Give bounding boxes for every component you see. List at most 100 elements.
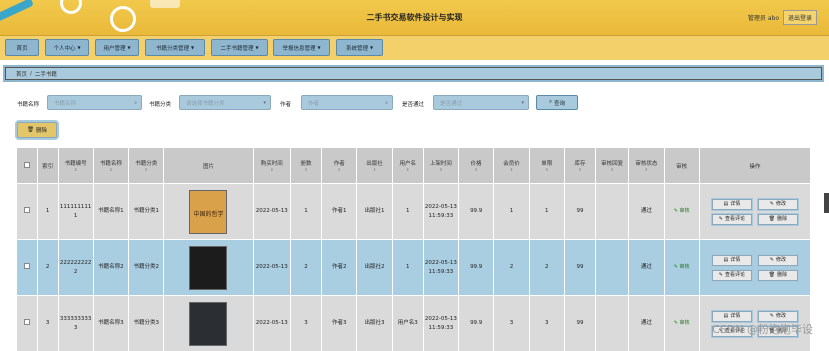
review-link[interactable]: ✎ 审核 — [674, 320, 690, 326]
books-table: 索引 书籍编号 ⇕ 书籍名称 ⇕ 书籍分类 ⇕ 图片 购买时间 ⇕ 册数 ⇕ 作者 ⇕ 出版… — [16, 147, 812, 351]
col-header: 索引 — [36, 147, 59, 184]
col-header[interactable]: 库存 ⇕ — [563, 147, 597, 184]
sort-icon: ⇕ — [406, 167, 410, 172]
col-header[interactable]: 购买时间 ⇕ — [252, 147, 291, 184]
comments-button[interactable]: ✎ 查看评论 — [711, 269, 752, 281]
edit-button[interactable]: ✎ 修改 — [757, 254, 798, 266]
cell-review[interactable]: ✎ 审核 — [663, 239, 700, 296]
cell-name: 书籍名称1 — [92, 183, 130, 240]
row-checkbox[interactable] — [16, 183, 38, 240]
sort-icon: ⇕ — [337, 167, 341, 172]
pencil-icon: ✎ — [769, 200, 774, 207]
nav-user-management[interactable]: 用户管理 ▼ — [95, 39, 139, 56]
cell-price: 99.9 — [458, 183, 495, 240]
cell-publisher: 出版社3 — [356, 295, 393, 351]
delete-button[interactable]: 🗑 删除 — [757, 269, 798, 281]
book-cover-image: 中国的哲学 — [189, 189, 228, 234]
cell-volumes: 1 — [289, 183, 323, 240]
app-header: 二手书交易软件设计与实现 管理员 abo 退出登录 — [0, 0, 829, 36]
detail-button[interactable]: ▤ 详情 — [711, 254, 752, 266]
cell-username: 1 — [391, 239, 424, 296]
app-title: 二手书交易软件设计与实现 — [366, 13, 463, 22]
cell-category: 书籍分类2 — [128, 239, 165, 296]
pencil-icon: ✎ — [769, 256, 774, 263]
trash-icon: 🗑 — [768, 271, 776, 278]
cell-category: 书籍分类3 — [128, 295, 165, 351]
author-input[interactable]: 作者 ⌕ — [301, 95, 393, 110]
nav-system-management[interactable]: 系统管理 ▼ — [336, 39, 383, 56]
breadcrumb-current: 二手书籍 — [34, 71, 57, 78]
chevron-down-icon: ▼ — [77, 45, 81, 50]
comments-button[interactable]: ✎ 查看评论 — [711, 213, 752, 225]
cell-code: 1111111111 — [57, 183, 94, 240]
logout-button[interactable]: 退出登录 — [782, 10, 817, 25]
detail-button[interactable]: ▤ 详情 — [711, 198, 752, 210]
row-checkbox[interactable] — [16, 295, 38, 351]
cell-limit: 3 — [528, 295, 565, 351]
edit-button[interactable]: ✎ 修改 — [757, 310, 798, 322]
nav-home[interactable]: 首页 — [5, 39, 39, 56]
page-scrollbar[interactable] — [824, 193, 829, 213]
cell-stock: 99 — [563, 295, 597, 351]
cell-cover — [163, 239, 254, 296]
sort-icon: ⇕ — [610, 167, 614, 172]
sort-icon: ⇕ — [439, 167, 443, 172]
cell-listed-time: 2022-05-13 11:59:33 — [422, 183, 460, 240]
col-header[interactable]: 书籍名称 ⇕ — [92, 147, 130, 184]
nav-report-management[interactable]: 举报信息管理 ▼ — [273, 39, 330, 56]
col-header[interactable]: 作者 ⇕ — [321, 147, 358, 184]
cell-author: 作者1 — [321, 183, 358, 240]
table-row: 1 1111111111 书籍名称1 书籍分类1 中国的哲学 2022-05-13 1 作者1… — [16, 183, 812, 240]
col-header: 操作 — [698, 147, 812, 184]
breadcrumb-separator: / — [30, 70, 32, 77]
cell-price: 99.9 — [458, 295, 495, 351]
col-header[interactable]: 册数 ⇕ — [289, 147, 323, 184]
approved-select[interactable]: 是否通过 ▾ — [433, 95, 529, 110]
cell-review[interactable]: ✎ 审核 — [663, 295, 700, 351]
cell-status: 通过 — [628, 183, 665, 240]
col-header[interactable]: 用户名 ⇕ — [391, 147, 424, 184]
cell-member-price: 3 — [493, 295, 530, 351]
sort-icon: ⇕ — [509, 167, 514, 172]
cell-ops: ▤ 详情 ✎ 修改 ✎ 查看评论 🗑 删除 — [698, 239, 812, 296]
cell-code: 3333333333 — [57, 295, 94, 351]
col-header[interactable]: 审核状态 ⇕ — [628, 147, 665, 184]
cell-username: 用户名3 — [391, 295, 424, 351]
delete-button[interactable]: 🗑 删除 — [757, 213, 798, 225]
nav-book-management[interactable]: 二手书籍管理 ▼ — [211, 39, 268, 56]
col-header[interactable]: 单限 ⇕ — [528, 147, 565, 184]
review-link[interactable]: ✎ 审核 — [674, 264, 690, 270]
select-all-checkbox[interactable] — [16, 147, 38, 184]
chevron-down-icon: ▼ — [127, 45, 131, 50]
breadcrumb: 首页 / 二手书籍 — [5, 67, 822, 80]
cell-author: 作者3 — [321, 295, 358, 351]
pencil-icon: ✎ — [769, 312, 774, 319]
watermark: CSDN @粉泡泡毕设 — [712, 323, 813, 336]
col-header[interactable]: 会员价 ⇕ — [493, 147, 530, 184]
sort-icon: ⇕ — [73, 167, 78, 172]
search-button[interactable]: ⌕ 查询 — [536, 95, 578, 110]
nav-category-management[interactable]: 书籍分类管理 ▼ — [145, 39, 205, 56]
bulk-delete-button[interactable]: 🗑 删除 — [17, 122, 57, 138]
col-header[interactable]: 出版社 ⇕ — [356, 147, 393, 184]
nav-personal-center[interactable]: 个人中心 ▼ — [45, 39, 89, 56]
search-icon: ⌕ — [385, 100, 388, 106]
book-name-input[interactable]: 书籍名称 ⌕ — [47, 95, 142, 110]
col-header[interactable]: 价格 ⇕ — [458, 147, 495, 184]
review-link[interactable]: ✎ 审核 — [674, 208, 690, 214]
cell-review[interactable]: ✎ 审核 — [663, 183, 700, 240]
col-header[interactable]: 书籍编号 ⇕ — [57, 147, 94, 184]
col-header[interactable]: 审核回复 ⇕ — [595, 147, 630, 184]
cell-volumes: 3 — [289, 295, 323, 351]
cell-purchase-time: 2022-05-13 — [252, 239, 291, 296]
table-row: 2 2222222222 书籍名称2 书籍分类2 2022-05-13 2 作者2 出版社2 1… — [16, 239, 812, 296]
cell-category: 书籍分类1 — [128, 183, 165, 240]
cell-stock: 99 — [563, 239, 597, 296]
category-select[interactable]: 请选择书籍分类 ▾ — [179, 95, 271, 110]
row-checkbox[interactable] — [16, 239, 38, 296]
breadcrumb-home[interactable]: 首页 — [16, 70, 27, 78]
edit-button[interactable]: ✎ 修改 — [757, 198, 798, 210]
detail-button[interactable]: ▤ 详情 — [711, 310, 752, 322]
col-header[interactable]: 书籍分类 ⇕ — [128, 147, 165, 184]
col-header[interactable]: 上架时间 ⇕ — [422, 147, 460, 184]
